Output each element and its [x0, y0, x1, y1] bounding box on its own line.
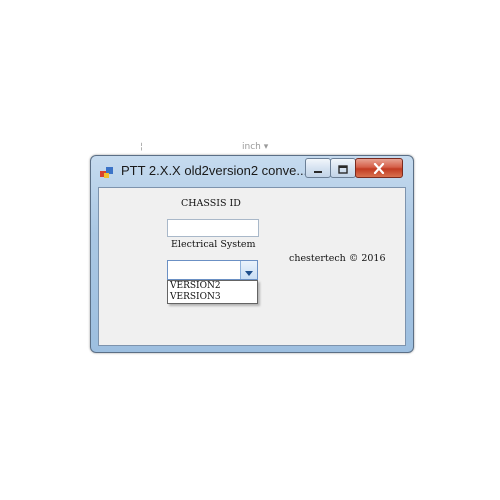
background-app-fragment: ¦ inch ▾ — [140, 142, 310, 156]
copyright-text: chestertech © 2016 — [289, 253, 386, 264]
background-unit-dropdown: inch ▾ — [242, 142, 269, 152]
background-tab-glyph: ¦ — [140, 142, 144, 152]
chassis-id-input[interactable] — [167, 219, 259, 237]
dropdown-option-version3[interactable]: VERSION3 — [170, 292, 221, 302]
maximize-icon — [338, 159, 348, 178]
dropdown-option-version2[interactable]: VERSION2 — [170, 281, 221, 291]
minimize-icon — [313, 159, 323, 178]
form-client-area: CHASSIS ID Electrical System chestertech… — [98, 187, 406, 346]
maximize-button[interactable] — [330, 158, 356, 178]
chevron-down-icon — [245, 261, 253, 280]
window-title: PTT 2.X.X old2version2 conve... — [121, 163, 308, 178]
combo-dropdown-button[interactable] — [240, 261, 257, 279]
electrical-system-dropdown-list: VERSION2 VERSION3 — [167, 280, 258, 304]
app-window: PTT 2.X.X old2version2 conve... CHASSIS … — [90, 155, 414, 353]
app-icon — [100, 164, 114, 178]
minimize-button[interactable] — [305, 158, 331, 178]
electrical-system-label: Electrical System — [171, 239, 256, 250]
close-icon — [373, 159, 385, 178]
close-button[interactable] — [355, 158, 403, 178]
title-bar[interactable]: PTT 2.X.X old2version2 conve... — [91, 156, 413, 186]
electrical-system-select[interactable] — [167, 260, 258, 280]
chassis-id-label: CHASSIS ID — [181, 198, 241, 209]
